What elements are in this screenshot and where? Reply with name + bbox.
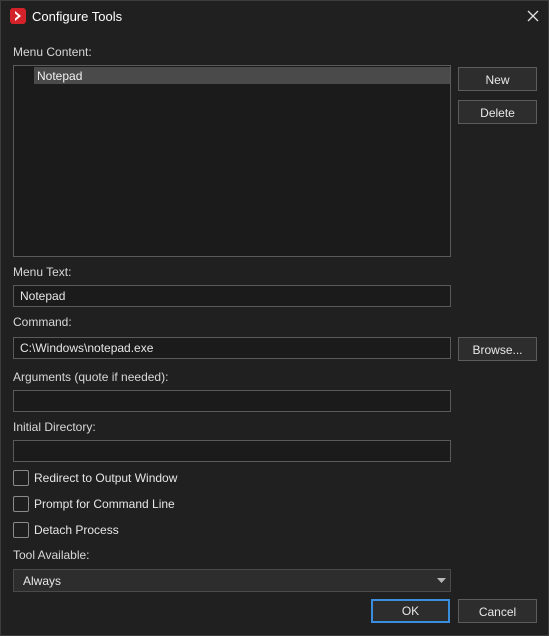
redirect-output-label: Redirect to Output Window	[34, 471, 178, 485]
window-title: Configure Tools	[32, 9, 123, 24]
menu-content-list[interactable]: Notepad	[13, 65, 451, 257]
prompt-command-line-label: Prompt for Command Line	[34, 497, 175, 511]
tool-available-value: Always	[23, 574, 62, 588]
prompt-command-line-checkbox[interactable]	[13, 496, 29, 512]
command-value: C:\Windows\notepad.exe	[20, 341, 154, 355]
arguments-label: Arguments (quote if needed):	[13, 370, 169, 384]
tool-available-label: Tool Available:	[13, 548, 90, 562]
app-logo-icon	[10, 8, 26, 24]
detach-process-label: Detach Process	[34, 523, 119, 537]
initial-directory-field[interactable]	[13, 440, 451, 462]
cancel-button[interactable]: Cancel	[458, 599, 537, 623]
command-field[interactable]: C:\Windows\notepad.exe	[13, 337, 451, 359]
close-button[interactable]	[522, 5, 544, 27]
title-bar: Configure Tools	[1, 1, 548, 32]
redirect-output-checkbox[interactable]	[13, 470, 29, 486]
new-button[interactable]: New	[458, 67, 537, 91]
menu-content-label: Menu Content:	[13, 45, 92, 59]
menu-text-label: Menu Text:	[13, 265, 72, 279]
chevron-down-icon	[437, 578, 446, 583]
arguments-field[interactable]	[13, 390, 451, 412]
browse-button[interactable]: Browse...	[458, 337, 537, 361]
close-icon	[527, 10, 539, 22]
list-item-label: Notepad	[37, 69, 83, 83]
command-label: Command:	[13, 315, 72, 329]
menu-text-value: Notepad	[20, 289, 66, 303]
delete-button[interactable]: Delete	[458, 100, 537, 124]
initial-directory-label: Initial Directory:	[13, 420, 96, 434]
detach-process-checkbox[interactable]	[13, 522, 29, 538]
menu-text-field[interactable]: Notepad	[13, 285, 451, 307]
ok-button[interactable]: OK	[371, 599, 450, 623]
list-item[interactable]: Notepad	[34, 67, 450, 84]
tool-available-dropdown[interactable]: Always	[13, 569, 451, 592]
configure-tools-dialog: Configure Tools Menu Content: Notepad Ne…	[0, 0, 549, 636]
